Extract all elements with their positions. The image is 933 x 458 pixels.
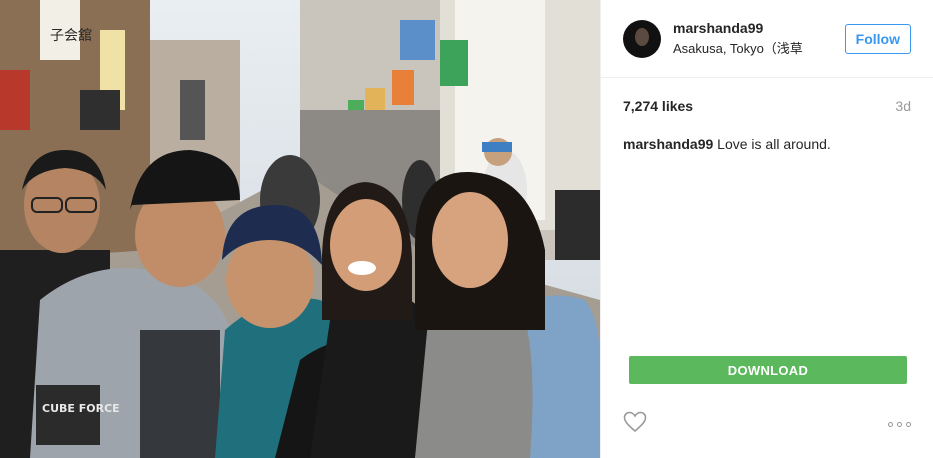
dot-1 xyxy=(888,421,893,427)
download-button[interactable]: DOWNLOAD xyxy=(629,356,907,384)
post-stats: 7,274 likes 3d xyxy=(601,98,933,114)
author-username[interactable]: marshanda99 xyxy=(673,20,845,36)
heart-icon-graphic xyxy=(623,411,647,432)
post-caption: marshanda99 Love is all around. xyxy=(601,136,933,152)
post-sidebar: marshanda99 Asakusa, Tokyo（浅草 Follow 7,2… xyxy=(600,0,933,458)
avatar[interactable] xyxy=(623,19,661,58)
post-actions xyxy=(623,411,911,438)
street-sign-text: 子会舘 xyxy=(50,27,92,44)
author-meta: marshanda99 Asakusa, Tokyo（浅草 xyxy=(673,20,845,57)
post-container: 子会舘 CUBE FORCE marshanda99 Asakusa, Toky… xyxy=(0,0,933,458)
post-timestamp[interactable]: 3d xyxy=(895,98,911,114)
caption-text: Love is all around. xyxy=(717,136,831,152)
likes-count[interactable]: 7,274 likes xyxy=(623,98,693,114)
dot-2 xyxy=(897,421,902,427)
avatar-face xyxy=(635,27,649,46)
more-dots-icon[interactable] xyxy=(888,421,911,427)
street-photo-illustration: 子会舘 CUBE FORCE xyxy=(0,0,600,458)
post-header: marshanda99 Asakusa, Tokyo（浅草 Follow xyxy=(601,0,933,78)
follow-button[interactable]: Follow xyxy=(844,23,911,54)
author-location[interactable]: Asakusa, Tokyo（浅草 xyxy=(673,38,823,57)
dot-3 xyxy=(906,421,911,427)
caption-username[interactable]: marshanda99 xyxy=(623,136,713,152)
hoodie-print-text: CUBE FORCE xyxy=(42,402,120,415)
heart-outline-icon[interactable] xyxy=(623,411,647,438)
post-photo[interactable]: 子会舘 CUBE FORCE xyxy=(0,0,600,458)
